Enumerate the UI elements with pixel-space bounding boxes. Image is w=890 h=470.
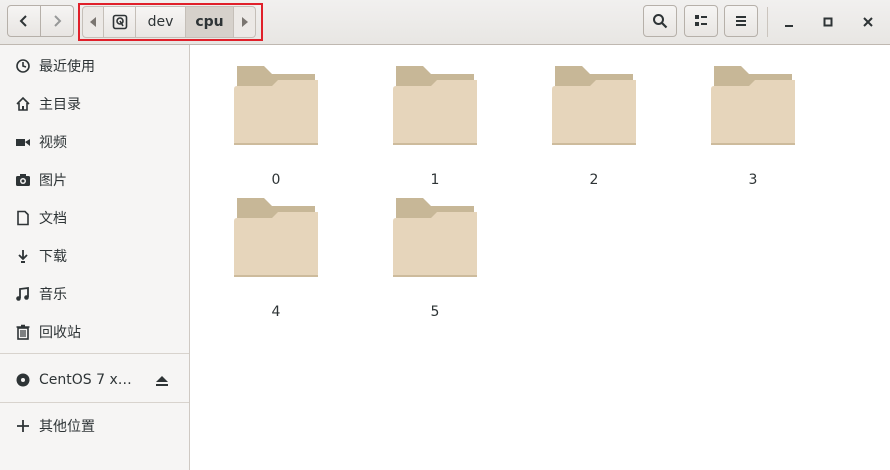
sidebar-item-label: 主目录	[39, 97, 81, 113]
folder-item[interactable]: 1	[385, 64, 485, 188]
eject-icon[interactable]	[155, 373, 169, 387]
drive-icon	[112, 14, 127, 30]
folder-item[interactable]: 3	[703, 64, 803, 188]
sidebar-item-pictures[interactable]: 图片	[0, 162, 189, 198]
sidebar-item-home[interactable]: 主目录	[0, 86, 189, 122]
sidebar-item-label: CentOS 7 x…	[39, 372, 132, 388]
view-mode-button[interactable]	[684, 5, 718, 37]
triangle-left-icon	[90, 17, 96, 27]
home-icon	[15, 96, 31, 112]
maximize-button[interactable]	[816, 10, 840, 34]
sidebar-separator	[0, 402, 189, 403]
sidebar: 最近使用 主目录 视频 图片 文档 下载 音乐 回收站 CentOS 7 x… …	[0, 45, 190, 470]
minimize-button[interactable]	[777, 10, 801, 34]
sidebar-item-music[interactable]: 音乐	[0, 276, 189, 312]
music-icon	[15, 286, 31, 302]
sidebar-item-label: 视频	[39, 135, 67, 151]
chevron-left-icon	[19, 15, 27, 27]
clock-icon	[15, 58, 31, 74]
file-name: 1	[430, 172, 440, 188]
file-name: 3	[748, 172, 758, 188]
plus-icon	[15, 418, 31, 434]
trash-icon	[15, 324, 31, 340]
folder-icon	[393, 198, 477, 277]
crumb-cpu[interactable]: cpu	[186, 6, 234, 38]
sidebar-item-label: 最近使用	[39, 59, 95, 75]
sidebar-item-label: 文档	[39, 211, 67, 227]
breadcrumb: dev cpu	[82, 6, 256, 38]
close-button[interactable]	[856, 10, 880, 34]
file-name: 4	[271, 304, 281, 320]
camera-icon	[15, 172, 31, 188]
folder-item[interactable]: 4	[226, 196, 326, 320]
disc-icon	[15, 372, 31, 388]
close-icon	[863, 17, 873, 27]
sidebar-item-trash[interactable]: 回收站	[0, 314, 189, 350]
document-icon	[15, 210, 31, 226]
triangle-right-icon	[241, 17, 248, 27]
pathbar-scroll-right[interactable]	[234, 6, 256, 38]
file-name: 5	[430, 304, 440, 320]
file-view: 0 1 2 3 4 5	[191, 45, 890, 470]
sidebar-item-recent[interactable]: 最近使用	[0, 48, 189, 84]
sidebar-separator	[0, 353, 189, 354]
sidebar-item-downloads[interactable]: 下载	[0, 238, 189, 274]
list-view-icon	[695, 15, 707, 26]
folder-icon	[393, 66, 477, 145]
sidebar-item-documents[interactable]: 文档	[0, 200, 189, 236]
folder-icon	[234, 66, 318, 145]
folder-icon	[552, 66, 636, 145]
navigation-buttons	[7, 5, 74, 37]
maximize-icon	[823, 17, 833, 27]
sidebar-item-label: 下载	[39, 249, 67, 265]
sidebar-item-label: 图片	[39, 173, 67, 189]
crumb-root[interactable]	[104, 6, 136, 38]
folder-icon	[234, 198, 318, 277]
folder-item[interactable]: 5	[385, 196, 485, 320]
sidebar-item-device-centos[interactable]: CentOS 7 x…	[0, 362, 189, 398]
header-bar: dev cpu	[0, 0, 890, 45]
forward-button[interactable]	[40, 5, 74, 37]
folder-item[interactable]: 0	[226, 64, 326, 188]
menu-button[interactable]	[724, 5, 758, 37]
crumb-dev[interactable]: dev	[136, 6, 186, 38]
file-name: 0	[271, 172, 281, 188]
hamburger-menu-icon	[736, 16, 746, 26]
sidebar-item-label: 回收站	[39, 325, 81, 341]
sidebar-item-label: 其他位置	[39, 419, 95, 435]
folder-icon	[711, 66, 795, 145]
folder-item[interactable]: 2	[544, 64, 644, 188]
sidebar-item-label: 音乐	[39, 287, 67, 303]
back-button[interactable]	[7, 5, 41, 37]
download-icon	[15, 248, 31, 264]
file-name: 2	[589, 172, 599, 188]
pathbar-scroll-left[interactable]	[82, 6, 104, 38]
video-icon	[15, 134, 31, 150]
chevron-right-icon	[54, 15, 62, 27]
minimize-icon	[785, 25, 793, 27]
header-separator	[767, 7, 768, 37]
search-button[interactable]	[643, 5, 677, 37]
search-icon	[653, 14, 668, 29]
sidebar-item-other-locations[interactable]: 其他位置	[0, 408, 189, 444]
sidebar-item-videos[interactable]: 视频	[0, 124, 189, 160]
